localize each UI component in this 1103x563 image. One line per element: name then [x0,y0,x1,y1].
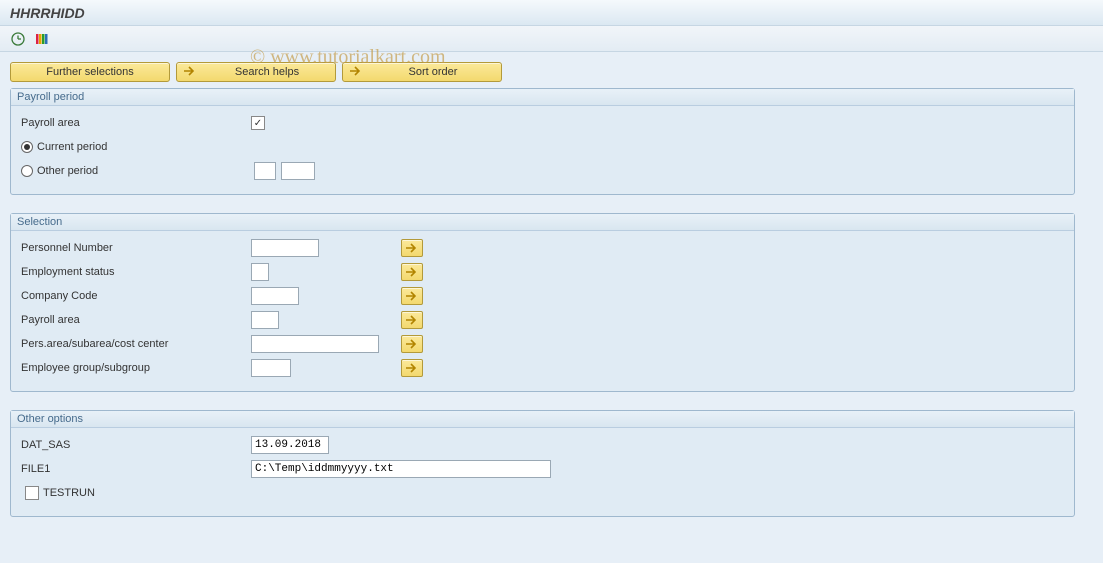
arrow-right-icon [183,65,197,80]
selection-toolbar: Further selections Search helps Sort ord… [10,62,1093,82]
selection-row: Personnel Number [21,237,1066,259]
selection-row: Company Code [21,285,1066,307]
arrow-right-icon [405,266,419,278]
selection-label: Employment status [21,266,251,278]
multiple-selection-button[interactable] [401,263,423,281]
other-period-label: Other period [37,165,98,177]
dat-sas-input[interactable] [251,436,329,454]
selection-label: Personnel Number [21,242,251,254]
other-options-group: Other options DAT_SAS FILE1 TESTRUN [10,410,1075,517]
multiple-selection-button[interactable] [401,239,423,257]
selection-row: Pers.area/subarea/cost center [21,333,1066,355]
arrow-right-icon [405,242,419,254]
other-period-input-2[interactable] [281,162,315,180]
selection-row: Payroll area [21,309,1066,331]
testrun-label: TESTRUN [43,487,95,499]
file1-label: FILE1 [21,463,251,475]
sort-order-label: Sort order [373,66,493,78]
radio-icon [21,141,33,153]
selection-label: Payroll area [21,314,251,326]
selection-input[interactable] [251,311,279,329]
multiple-selection-button[interactable] [401,311,423,329]
app-toolbar [0,26,1103,52]
multiple-selection-button[interactable] [401,359,423,377]
search-helps-button[interactable]: Search helps [176,62,336,82]
payroll-area-label: Payroll area [21,117,251,129]
file1-input[interactable] [251,460,551,478]
selection-group: Selection Personnel Number Employment sta… [10,213,1075,392]
other-period-radio[interactable]: Other period [21,165,251,177]
further-selections-label: Further selections [46,66,133,78]
variant-icon[interactable] [34,31,50,47]
arrow-right-icon [349,65,363,80]
testrun-checkbox[interactable] [25,486,39,500]
selection-legend: Selection [11,214,1074,231]
multiple-selection-button[interactable] [401,335,423,353]
radio-icon [21,165,33,177]
payroll-period-group: Payroll period Payroll area ✓ Current pe… [10,88,1075,195]
payroll-area-checkbox[interactable]: ✓ [251,116,265,130]
selection-label: Pers.area/subarea/cost center [21,338,251,350]
sort-order-button[interactable]: Sort order [342,62,502,82]
arrow-right-icon [405,362,419,374]
multiple-selection-button[interactable] [401,287,423,305]
selection-input[interactable] [251,359,291,377]
other-options-legend: Other options [11,411,1074,428]
execute-icon[interactable] [10,31,26,47]
checkmark-icon: ✓ [254,118,262,129]
content-area: Further selections Search helps Sort ord… [0,52,1103,563]
arrow-right-icon [405,290,419,302]
current-period-radio[interactable]: Current period [21,141,251,153]
title-bar: HHRRHIDD [0,0,1103,26]
selection-input[interactable] [251,239,319,257]
selection-input[interactable] [251,335,379,353]
further-selections-button[interactable]: Further selections [10,62,170,82]
arrow-right-icon [405,314,419,326]
current-period-label: Current period [37,141,107,153]
search-helps-label: Search helps [207,66,327,78]
selection-label: Company Code [21,290,251,302]
selection-row: Employee group/subgroup [21,357,1066,379]
selection-input[interactable] [251,287,299,305]
other-period-input-1[interactable] [254,162,276,180]
dat-sas-label: DAT_SAS [21,439,251,451]
arrow-right-icon [405,338,419,350]
payroll-period-legend: Payroll period [11,89,1074,106]
selection-label: Employee group/subgroup [21,362,251,374]
selection-input[interactable] [251,263,269,281]
selection-row: Employment status [21,261,1066,283]
page-title: HHRRHIDD [10,5,85,21]
